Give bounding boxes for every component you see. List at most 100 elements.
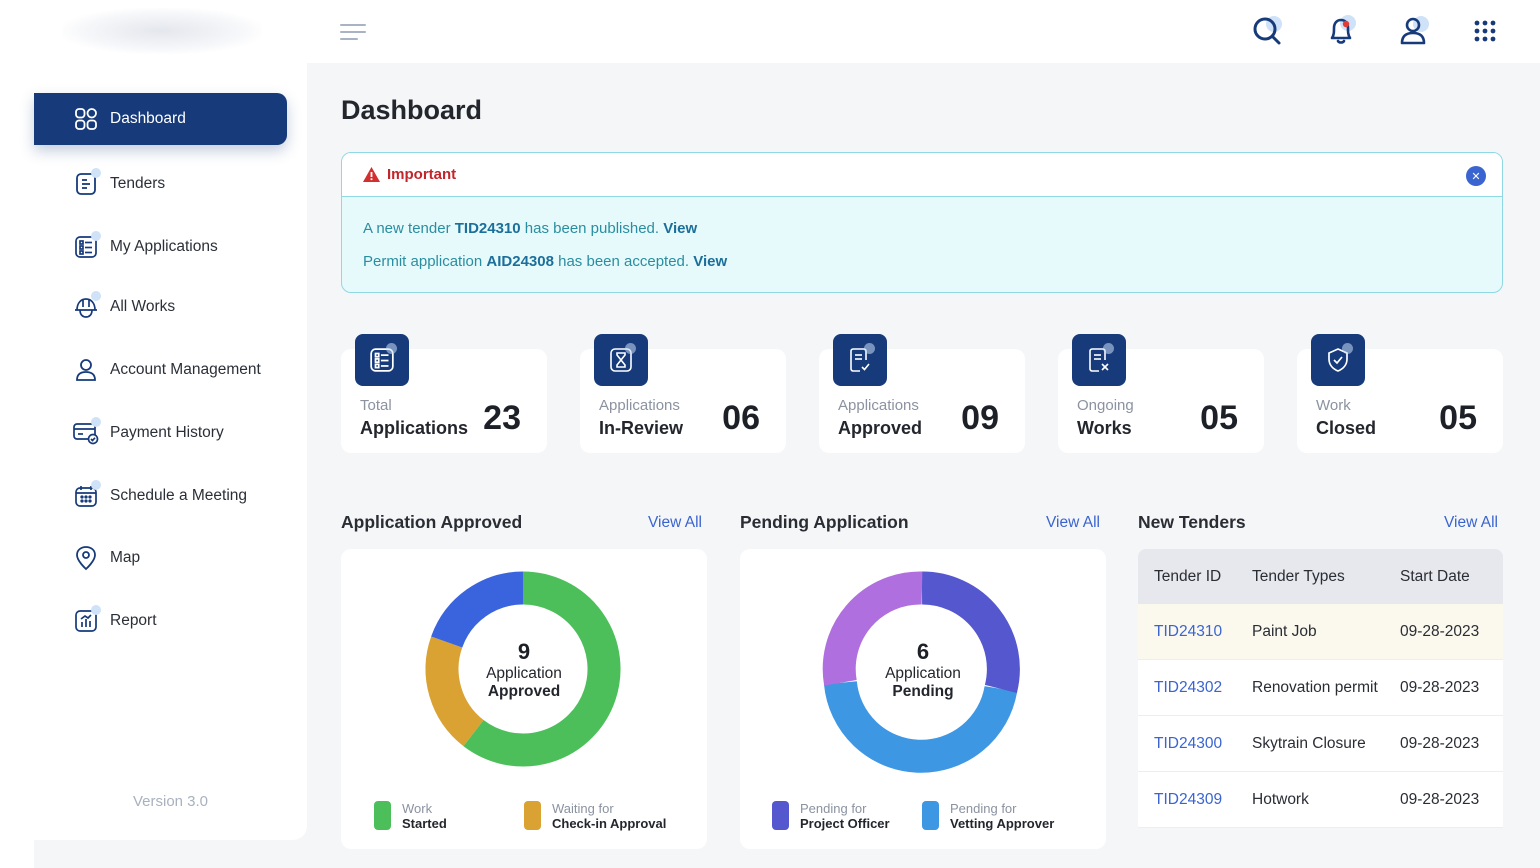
donut-count: 6 xyxy=(916,639,930,664)
logo xyxy=(62,8,262,54)
bell-icon[interactable] xyxy=(1321,11,1361,51)
sidebar-item-payment-history[interactable]: Payment History xyxy=(34,407,287,459)
tender-type: Hotwork xyxy=(1252,790,1309,808)
stat-label: Closed xyxy=(1316,418,1377,438)
tender-id-link[interactable]: TID24309 xyxy=(1154,791,1222,809)
start-date: 09-28-2023 xyxy=(1400,734,1480,752)
donut-center: 6 Application Pending xyxy=(740,639,1106,701)
start-date: 09-28-2023 xyxy=(1400,622,1480,640)
donut-label: Approved xyxy=(487,683,561,700)
view-all-pending-link[interactable]: View All xyxy=(1046,514,1100,532)
donut-label: Pending xyxy=(892,683,954,700)
tender-id-link[interactable]: TID24302 xyxy=(1154,679,1222,697)
sidebar-item-all-works[interactable]: All Works xyxy=(34,281,287,333)
tender-id: TID24310 xyxy=(454,220,521,237)
doc-x-icon xyxy=(1072,334,1126,386)
legend-swatch xyxy=(922,801,939,830)
sidebar-item-label: Dashboard xyxy=(110,110,186,127)
new-tenders-table: Tender ID Tender Types Start Date TID243… xyxy=(1138,549,1503,828)
top-bar xyxy=(0,0,1540,63)
stat-card-total-applications[interactable]: Total Applications 23 xyxy=(341,334,547,453)
legend-checkin-approval: Waiting for Check-in Approval xyxy=(524,801,666,831)
stat-label: In-Review xyxy=(599,418,684,438)
stat-label: Work xyxy=(1316,397,1351,414)
search-icon[interactable] xyxy=(1247,11,1287,51)
sidebar-item-account-management[interactable]: Account Management xyxy=(34,344,287,396)
alert-message: Permit application AID24308 has been acc… xyxy=(363,253,728,270)
stat-value: 05 xyxy=(1200,399,1238,437)
donut-count: 9 xyxy=(517,639,531,664)
application-id: AID24308 xyxy=(486,253,554,270)
alert-title: Important xyxy=(387,166,457,183)
tender-type: Paint Job xyxy=(1252,622,1317,640)
sidebar-item-report[interactable]: Report xyxy=(34,595,287,647)
column-header[interactable]: Start Date xyxy=(1400,568,1470,586)
close-icon[interactable]: ✕ xyxy=(1466,166,1486,186)
tender-id-link[interactable]: TID24300 xyxy=(1154,735,1222,753)
column-header[interactable]: Tender ID xyxy=(1154,568,1221,586)
donut-label: Application xyxy=(885,665,961,682)
tender-type: Skytrain Closure xyxy=(1252,734,1366,752)
shield-check-icon xyxy=(1311,334,1365,386)
user-icon xyxy=(72,356,100,384)
page-title: Dashboard xyxy=(341,95,483,125)
stat-label: Approved xyxy=(838,418,923,438)
user-icon[interactable] xyxy=(1393,11,1433,51)
table-row[interactable]: TID24300 Skytrain Closure 09-28-2023 xyxy=(1138,716,1503,772)
sidebar-item-label: Tenders xyxy=(110,175,166,192)
sidebar-item-label: My Applications xyxy=(110,238,218,255)
sidebar-item-tenders[interactable]: Tenders xyxy=(34,158,287,210)
sidebar-item-my-applications[interactable]: My Applications xyxy=(34,221,287,273)
table-row[interactable]: TID24309 Hotwork 09-28-2023 xyxy=(1138,772,1503,828)
stat-label: Applications xyxy=(599,397,680,414)
warning-icon xyxy=(363,167,380,182)
sidebar-item-label: Report xyxy=(110,612,157,629)
version-text: Version 3.0 xyxy=(132,793,209,810)
sidebar-item-dashboard[interactable]: Dashboard xyxy=(34,93,287,145)
apps-grid-icon[interactable] xyxy=(1465,11,1505,51)
section-title-application-approved: Application Approved xyxy=(341,512,523,532)
table-row[interactable]: TID24302 Renovation permit 09-28-2023 xyxy=(1138,660,1503,716)
legend-swatch xyxy=(374,801,391,830)
checklist-icon xyxy=(72,231,101,261)
sidebar-item-label: Account Management xyxy=(110,361,261,378)
sidebar-item-schedule-meeting[interactable]: Schedule a Meeting xyxy=(34,470,287,522)
sidebar-item-map[interactable]: Map xyxy=(34,532,287,584)
section-title-new-tenders: New Tenders xyxy=(1138,512,1246,532)
hardhat-icon xyxy=(72,291,101,321)
stat-card-work-closed[interactable]: Work Closed 05 xyxy=(1297,334,1503,453)
donut-segment-other xyxy=(431,571,524,649)
start-date: 09-28-2023 xyxy=(1400,790,1480,808)
column-header[interactable]: Tender Types xyxy=(1252,568,1345,586)
hamburger-icon[interactable] xyxy=(340,22,366,42)
stat-value: 09 xyxy=(961,399,999,437)
donut-label: Application xyxy=(486,665,562,682)
grid-icon xyxy=(72,105,100,133)
legend-project-officer: Pending for Project Officer xyxy=(772,801,890,831)
sidebar: Dashboard Tenders My Applications All Wo… xyxy=(34,63,307,840)
view-all-tenders-link[interactable]: View All xyxy=(1444,514,1498,532)
section-title-pending-application: Pending Application xyxy=(740,512,909,532)
checklist-icon xyxy=(355,334,409,386)
stat-label: Applications xyxy=(360,418,469,438)
start-date: 09-28-2023 xyxy=(1400,678,1480,696)
legend-work-started: Work Started xyxy=(374,801,447,831)
stat-value: 06 xyxy=(722,399,760,437)
stat-card-in-review[interactable]: Applications In-Review 06 xyxy=(580,334,786,453)
tender-type: Renovation permit xyxy=(1252,678,1378,696)
stat-card-ongoing-works[interactable]: Ongoing Works 05 xyxy=(1058,334,1264,453)
sidebar-item-label: Payment History xyxy=(110,424,224,441)
view-link[interactable]: View xyxy=(693,253,727,270)
alert-message: A new tender TID24310 has been published… xyxy=(363,220,698,237)
stat-card-approved[interactable]: Applications Approved 09 xyxy=(819,334,1025,453)
legend-vetting-approver: Pending for Vetting Approver xyxy=(922,801,1054,831)
view-all-approved-link[interactable]: View All xyxy=(648,514,702,532)
sidebar-item-label: Schedule a Meeting xyxy=(110,487,248,504)
stat-label: Applications xyxy=(838,397,919,414)
report-icon xyxy=(72,605,101,635)
view-link[interactable]: View xyxy=(663,220,697,237)
table-row[interactable]: TID24310 Paint Job 09-28-2023 xyxy=(1138,604,1503,660)
stat-value: 05 xyxy=(1439,399,1477,437)
stat-label: Total xyxy=(360,397,392,414)
tender-id-link[interactable]: TID24310 xyxy=(1154,623,1222,641)
